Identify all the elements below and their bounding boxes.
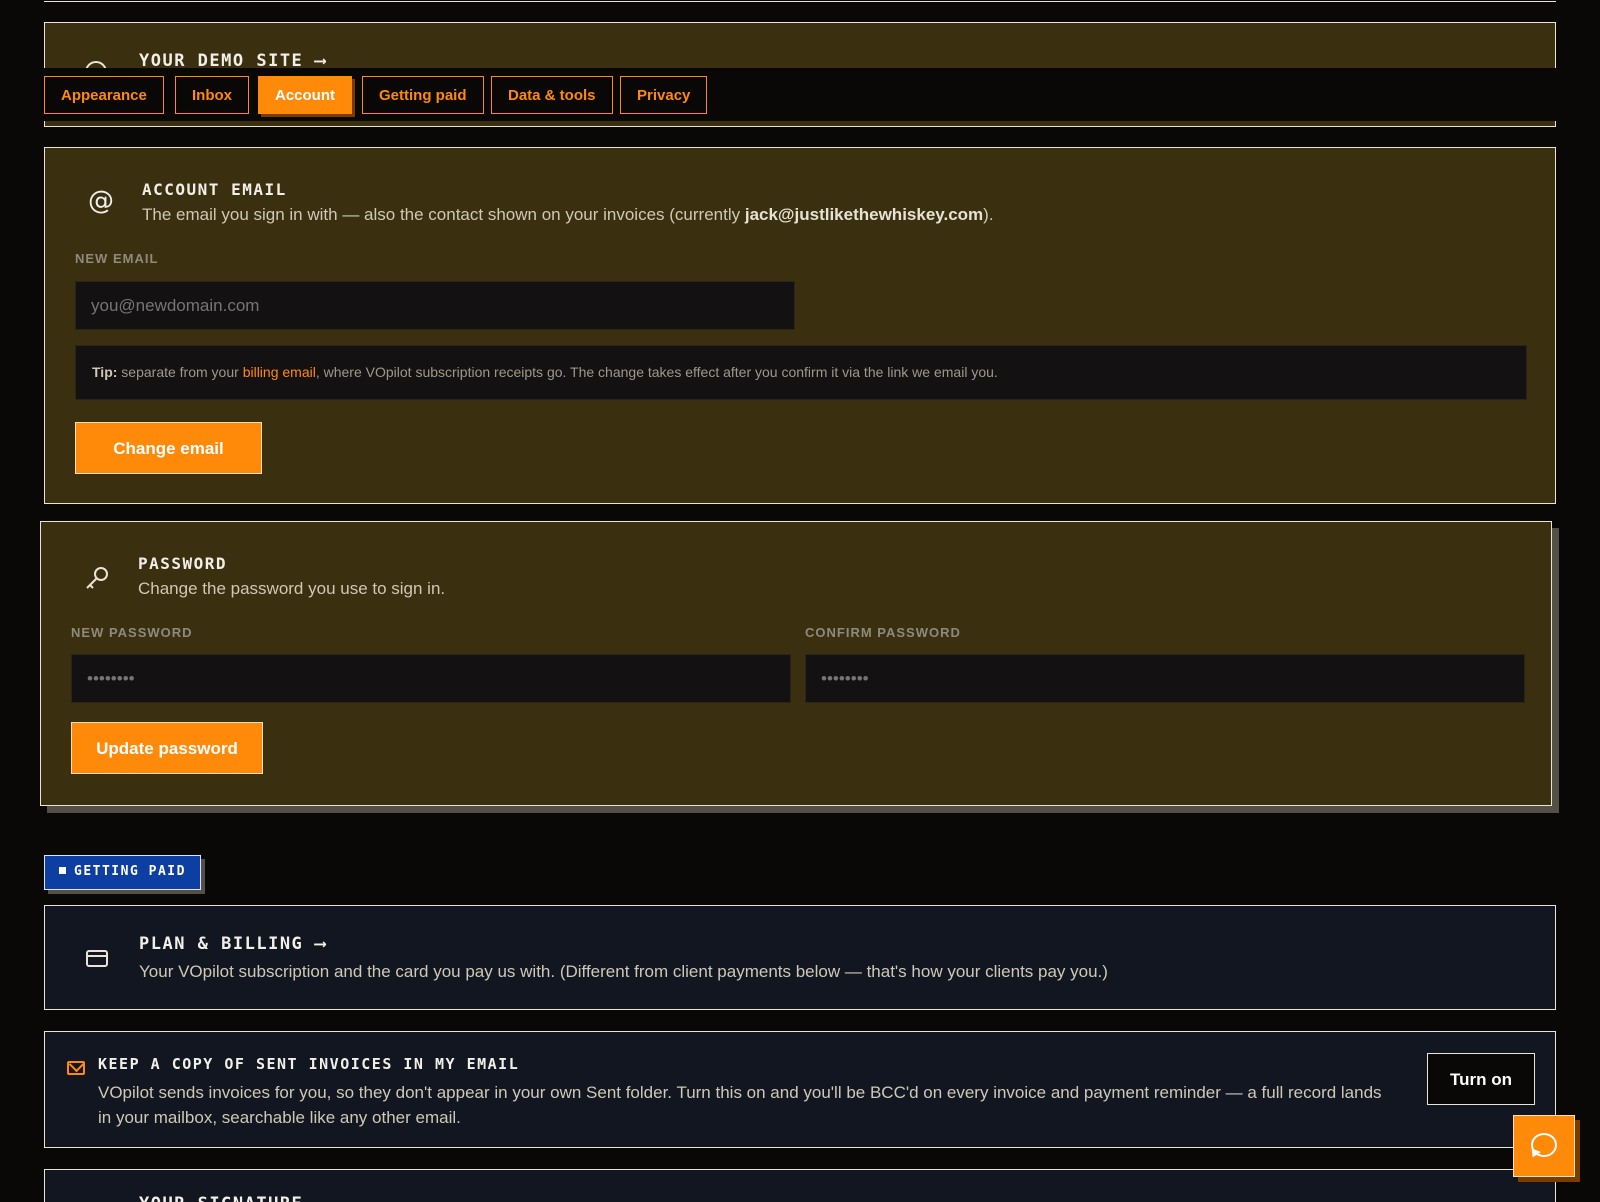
credit-card-icon [86, 950, 108, 967]
new-email-input[interactable] [75, 281, 795, 330]
plan-billing-title-wrap: PLAN & BILLING ⟶ [139, 934, 327, 954]
tip-label: Tip: [92, 364, 118, 380]
mail-icon [67, 1061, 85, 1075]
getting-paid-section-label: GETTING PAID [44, 855, 201, 890]
signature-card[interactable]: YOUR SIGNATURE [44, 1169, 1556, 1202]
plan-billing-card[interactable]: PLAN & BILLING ⟶ Your VOpilot subscripti… [44, 905, 1556, 1010]
tip-text-before: separate from your [117, 364, 243, 380]
tab-getting-paid[interactable]: Getting paid [362, 76, 484, 114]
update-password-button[interactable]: Update password [71, 722, 263, 774]
account-email-desc-suffix: ). [983, 205, 994, 224]
account-email-desc-prefix: The email you sign in with — also the co… [142, 205, 745, 224]
settings-tab-bar: Appearance Inbox Account Getting paid Da… [44, 68, 1556, 121]
turn-on-button[interactable]: Turn on [1427, 1053, 1535, 1105]
keep-copy-description: VOpilot sends invoices for you, so they … [98, 1083, 1382, 1127]
key-icon [84, 565, 110, 591]
keep-copy-card: KEEP A COPY OF SENT INVOICES IN MY EMAIL… [44, 1031, 1556, 1148]
top-card-edge [44, 0, 1556, 2]
tab-appearance[interactable]: Appearance [44, 76, 164, 114]
tip-box: Tip: separate from your billing email, w… [75, 345, 1527, 400]
tip-text-after: , where VOpilot subscription receipts go… [315, 364, 998, 380]
confirm-password-input[interactable] [805, 654, 1525, 703]
tab-privacy[interactable]: Privacy [620, 76, 708, 114]
new-password-label: NEW PASSWORD [71, 625, 193, 640]
square-bullet-icon [59, 867, 66, 874]
tab-account[interactable]: Account [258, 76, 352, 114]
plan-billing-description: Your VOpilot subscription and the card y… [139, 962, 1108, 981]
password-description: Change the password you use to sign in. [138, 579, 446, 598]
account-email-title: ACCOUNT EMAIL [142, 180, 287, 199]
change-email-button[interactable]: Change email [75, 422, 262, 474]
getting-paid-section-text: GETTING PAID [74, 864, 186, 879]
chat-button[interactable] [1513, 1115, 1575, 1177]
tab-inbox[interactable]: Inbox [175, 76, 249, 114]
keep-copy-title: KEEP A COPY OF SENT INVOICES IN MY EMAIL [98, 1055, 520, 1073]
new-email-label: NEW EMAIL [75, 251, 159, 266]
new-password-input[interactable] [71, 654, 791, 703]
tab-data-tools[interactable]: Data & tools [491, 76, 613, 114]
password-card: PASSWORD Change the password you use to … [40, 521, 1552, 806]
password-title: PASSWORD [138, 554, 228, 573]
account-email-card: @ ACCOUNT EMAIL The email you sign in wi… [44, 147, 1556, 504]
at-icon: @ [88, 186, 114, 216]
plan-billing-title: PLAN & BILLING [139, 934, 304, 954]
account-email-description: The email you sign in with — also the co… [142, 205, 994, 225]
confirm-password-label: CONFIRM PASSWORD [805, 625, 961, 640]
current-email: jack@justlikethewhiskey.com [744, 205, 984, 224]
billing-email-link[interactable]: billing email [243, 364, 316, 380]
arrow-right-icon: ⟶ [315, 934, 327, 954]
signature-title: YOUR SIGNATURE [139, 1194, 303, 1202]
